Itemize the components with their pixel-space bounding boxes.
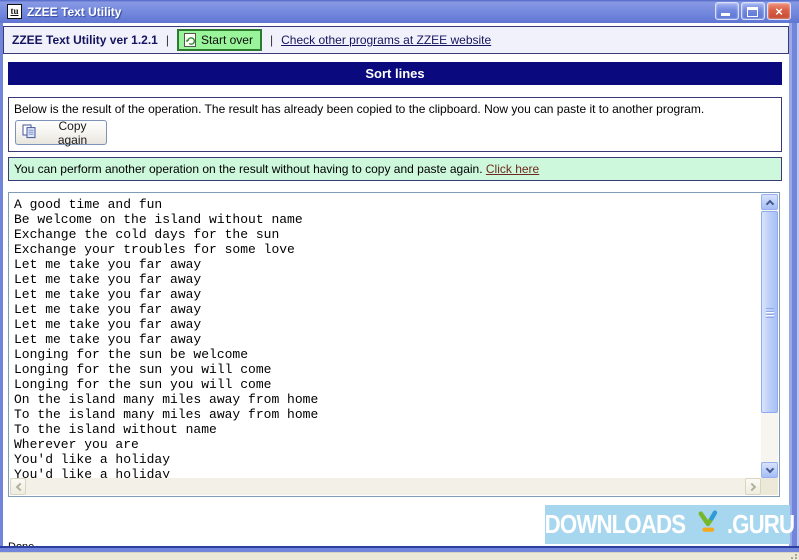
result-panel: Below is the result of the operation. Th… — [8, 97, 782, 152]
scroll-down-button[interactable] — [761, 462, 778, 478]
scrollbar-corner — [761, 478, 778, 495]
result-line: Be welcome on the island without name — [14, 212, 303, 227]
window-border-left — [0, 23, 3, 546]
watermark-suffix: .GURU — [727, 509, 795, 539]
scroll-left-button[interactable] — [10, 478, 26, 495]
result-line: Let me take you far away — [14, 302, 202, 317]
result-line: You'd like a holiday — [14, 452, 171, 467]
result-message: Below is the result of the operation. Th… — [14, 102, 705, 116]
copy-again-label: Copy again — [57, 118, 88, 147]
result-line: Exchange the cold days for the sun — [14, 227, 280, 242]
result-textarea[interactable]: A good time and fun Be welcome on the isl… — [8, 192, 780, 497]
app-icon: tu — [7, 4, 22, 19]
maximize-button[interactable] — [741, 2, 765, 20]
downloads-guru-watermark: DOWNLOADS .GURU — [544, 505, 795, 544]
status-bar — [0, 552, 799, 560]
operation-title-banner: Sort lines — [8, 62, 782, 85]
result-line: Longing for the sun be welcome — [14, 347, 249, 362]
info-bar: You can perform another operation on the… — [8, 157, 782, 181]
result-line: Wherever you are — [14, 437, 139, 452]
result-line: Let me take you far away — [14, 332, 202, 347]
close-icon: × — [775, 4, 783, 19]
result-line: Let me take you far away — [14, 287, 202, 302]
result-text[interactable]: A good time and fun Be welcome on the isl… — [10, 194, 761, 478]
result-line: On the island many miles away from home — [14, 392, 319, 407]
scroll-right-button[interactable] — [745, 478, 761, 495]
click-here-link[interactable]: Click here — [486, 162, 539, 176]
result-line: Longing for the sun you will come — [14, 377, 272, 392]
info-message: You can perform another operation on the… — [14, 162, 486, 176]
result-line: Let me take you far away — [14, 257, 202, 272]
chevron-down-icon — [765, 464, 775, 474]
maximize-icon — [747, 7, 758, 17]
copy-again-button[interactable]: Copy again — [15, 118, 107, 147]
toolbar-separator: | — [269, 33, 274, 47]
result-line: A good time and fun — [14, 197, 163, 212]
resize-grip-icon[interactable] — [785, 554, 797, 560]
app-version-label: ZZEE Text Utility ver 1.2.1 — [12, 33, 158, 47]
result-line: Exchange your troubles for some love — [14, 242, 295, 257]
minimize-button[interactable] — [715, 2, 739, 20]
restart-page-icon — [183, 32, 196, 47]
minimize-icon — [721, 13, 730, 16]
result-line: You'd like a holiday — [14, 467, 171, 478]
copy-icon — [22, 124, 37, 142]
chevron-up-icon — [765, 199, 775, 209]
vertical-scrollbar[interactable] — [761, 194, 778, 478]
start-over-label: Start over — [200, 32, 253, 47]
window-title: ZZEE Text Utility — [27, 4, 122, 19]
chevron-left-icon — [15, 482, 25, 492]
toolbar-separator: | — [165, 33, 169, 47]
result-line: To the island many miles away from home — [14, 407, 319, 422]
toolbar: ZZEE Text Utility ver 1.2.1 | Start over… — [3, 26, 789, 54]
result-line: Let me take you far away — [14, 317, 202, 332]
title-bar[interactable]: tu ZZEE Text Utility × — [0, 0, 799, 23]
horizontal-scrollbar[interactable] — [10, 478, 761, 495]
result-line: To the island without name — [14, 422, 217, 437]
watermark-prefix: DOWNLOADS — [544, 509, 686, 539]
zzee-website-link[interactable]: Check other programs at ZZEE website — [281, 33, 491, 47]
close-button[interactable]: × — [767, 2, 791, 20]
result-line: Longing for the sun you will come — [14, 362, 272, 377]
application-window: tu ZZEE Text Utility × ZZEE Text Utility… — [0, 0, 799, 560]
thumb-grip-icon — [766, 308, 774, 309]
chevron-right-icon — [747, 482, 757, 492]
scroll-up-button[interactable] — [761, 194, 778, 210]
start-over-button[interactable]: Start over — [176, 29, 262, 51]
download-arrow-icon — [696, 509, 721, 540]
result-line: Let me take you far away — [14, 272, 202, 287]
window-border-right — [789, 23, 799, 546]
vertical-scroll-thumb[interactable] — [761, 211, 778, 413]
